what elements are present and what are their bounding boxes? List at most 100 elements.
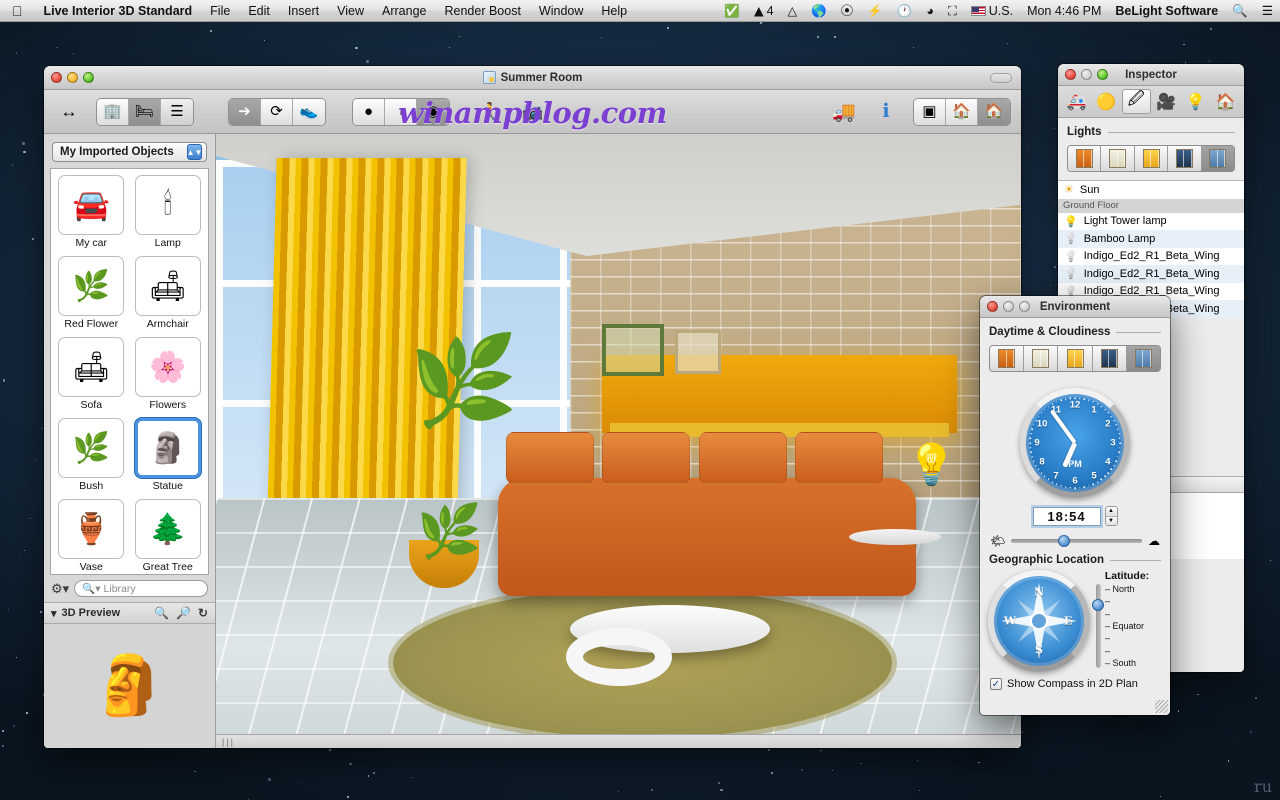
- clock-minute-hand[interactable]: [1050, 409, 1077, 445]
- bulb-on-icon[interactable]: 💡: [1064, 215, 1078, 228]
- library-object-grid-wrapper[interactable]: 🚘 My car 🕯 Lamp 🌿 Red Flower 🛋 Armchair 🛋 Sofa 🌸 Fl…: [50, 168, 209, 575]
- window-night-icon[interactable]: [1092, 346, 1127, 371]
- library-category-popup[interactable]: My Imported Objects ▲▼: [52, 142, 207, 162]
- window-clock-icon[interactable]: [1126, 346, 1160, 371]
- input-locale-indicator[interactable]: U.S.: [964, 0, 1020, 22]
- library-object-flowers[interactable]: 🌸 Flowers: [132, 337, 205, 416]
- gear-icon[interactable]: ⚙▾: [51, 581, 69, 597]
- window-night-icon[interactable]: [1168, 146, 1202, 171]
- zoom-button[interactable]: [1019, 301, 1030, 312]
- library-object-red-flower[interactable]: 🌿 Red Flower: [55, 256, 128, 335]
- walk-person-icon[interactable]: 🚶: [476, 98, 506, 126]
- library-object-my-car[interactable]: 🚘 My car: [55, 175, 128, 254]
- plan-3d-view-icon[interactable]: 🏠: [946, 98, 978, 125]
- menu-item-view[interactable]: View: [328, 0, 373, 22]
- time-input[interactable]: 18:54: [1032, 506, 1101, 526]
- menu-item-insert[interactable]: Insert: [279, 0, 328, 22]
- latitude-slider[interactable]: – North – – – Equator – – – South: [1092, 584, 1158, 668]
- toolbar-toggle-button[interactable]: [990, 73, 1012, 83]
- window-clock-icon[interactable]: [1201, 146, 1234, 171]
- building-icon[interactable]: 🏢: [97, 98, 129, 125]
- cloudiness-slider-knob[interactable]: [1058, 535, 1071, 547]
- rotate-icon[interactable]: ↻: [198, 606, 208, 620]
- info-icon[interactable]: ℹ: [871, 98, 901, 126]
- window-sunset-icon[interactable]: [990, 346, 1025, 371]
- apple-icon[interactable]: : [0, 4, 35, 18]
- window-evening-icon[interactable]: [1058, 346, 1093, 371]
- sun-icon[interactable]: ☀: [1064, 183, 1074, 196]
- tab-cameras[interactable]: 🎥: [1152, 89, 1181, 114]
- zoom-button[interactable]: [1097, 69, 1108, 80]
- search-icon[interactable]: 🔍: [1225, 0, 1255, 22]
- cloudiness-slider[interactable]: [1011, 535, 1142, 547]
- library-object-vase[interactable]: 🏺 Vase: [55, 499, 128, 574]
- resize-grip-icon[interactable]: |||: [222, 737, 235, 747]
- window-evening-icon[interactable]: [1134, 146, 1169, 171]
- furniture-icon[interactable]: 🛏: [129, 98, 161, 125]
- window-day-icon[interactable]: [1101, 146, 1135, 171]
- leaf-icon[interactable]: ⦿: [834, 0, 861, 22]
- chevron-updown-icon[interactable]: ▲▼: [187, 144, 202, 160]
- camera-icon[interactable]: 📷: [518, 98, 548, 126]
- tab-object-properties[interactable]: 🚑: [1062, 89, 1091, 114]
- zoom-in-icon[interactable]: 🔍: [154, 606, 169, 620]
- preview-header[interactable]: ▾ 3D Preview 🔍 🔎 ↻: [44, 602, 215, 624]
- light-list-item[interactable]: ☀ Sun: [1058, 181, 1244, 199]
- google-drive-icon[interactable]: △: [781, 0, 805, 22]
- window-sunset-icon[interactable]: [1068, 146, 1102, 171]
- time-machine-icon[interactable]: 🕐: [890, 0, 920, 22]
- search-input[interactable]: 🔍▾ Library: [74, 580, 208, 597]
- main-window-titlebar[interactable]: Summer Room: [44, 66, 1021, 90]
- gouraud-shading-icon[interactable]: ◑: [385, 98, 417, 125]
- battery-icon[interactable]: ⛶: [941, 0, 964, 22]
- window-day-icon[interactable]: [1024, 346, 1059, 371]
- tab-lights[interactable]: 💡: [1181, 89, 1210, 114]
- library-object-lamp[interactable]: 🕯 Lamp: [132, 175, 205, 254]
- arrow-select-icon[interactable]: ➔: [229, 98, 261, 125]
- light-list-item[interactable]: 💡 Indigo_Ed2_R1_Beta_Wing: [1058, 265, 1244, 283]
- wifi-icon[interactable]: ◕: [919, 0, 941, 22]
- bulb-off-icon[interactable]: 💡: [1064, 250, 1078, 263]
- 3d-viewport[interactable]: 💡 🌿 🌿 |||: [216, 134, 1021, 748]
- menu-item-file[interactable]: File: [201, 0, 239, 22]
- flash-icon[interactable]: ⚡: [860, 0, 890, 22]
- phong-shading-icon[interactable]: ◉: [417, 98, 449, 125]
- latitude-slider-knob[interactable]: [1092, 599, 1104, 612]
- menu-item-edit[interactable]: Edit: [239, 0, 279, 22]
- show-compass-checkbox[interactable]: ✓: [990, 678, 1002, 690]
- menu-bar-clock[interactable]: Mon 4:46 PM: [1020, 0, 1108, 22]
- menu-item-help[interactable]: Help: [592, 0, 636, 22]
- chevron-up-icon[interactable]: ▲: [1105, 507, 1117, 517]
- library-object-great-tree[interactable]: 🌲 Great Tree: [132, 499, 205, 574]
- library-object-armchair[interactable]: 🛋 Armchair: [132, 256, 205, 335]
- globe-icon[interactable]: 🌎: [804, 0, 834, 22]
- bulb-off-icon[interactable]: 💡: [1064, 232, 1078, 245]
- menu-item-arrange[interactable]: Arrange: [373, 0, 435, 22]
- menu-app-name[interactable]: Live Interior 3D Standard: [35, 0, 202, 22]
- daytime-clock[interactable]: PM 12 1 2 3 4 5 6 7 8 9 10 11: [1020, 388, 1130, 498]
- orbit-icon[interactable]: ⟳: [261, 98, 293, 125]
- library-object-sofa[interactable]: 🛋 Sofa: [55, 337, 128, 416]
- tab-edit[interactable]: 🖉: [1121, 89, 1151, 114]
- menu-bar-user[interactable]: BeLight Software: [1108, 0, 1225, 22]
- walk-pan-icon[interactable]: 👟: [293, 98, 325, 125]
- library-object-statue[interactable]: 🗿 Statue: [132, 418, 205, 497]
- compass-control[interactable]: N E S W: [988, 570, 1090, 672]
- close-button[interactable]: [987, 301, 998, 312]
- menu-item-window[interactable]: Window: [530, 0, 592, 22]
- 3d-view-icon[interactable]: 🏠: [978, 98, 1010, 125]
- inspector-titlebar[interactable]: Inspector: [1058, 64, 1244, 86]
- latitude-track[interactable]: [1092, 584, 1104, 668]
- resize-grip-icon[interactable]: [1155, 700, 1168, 713]
- list-outline-icon[interactable]: ☰: [161, 98, 193, 125]
- minimize-button[interactable]: [67, 72, 78, 83]
- light-list-item[interactable]: 💡 Bamboo Lamp: [1058, 230, 1244, 248]
- show-compass-checkbox-row[interactable]: ✓ Show Compass in 2D Plan: [980, 672, 1170, 696]
- flat-shading-icon[interactable]: ●: [353, 98, 385, 125]
- bulb-off-icon[interactable]: 💡: [1064, 267, 1078, 280]
- library-object-bush[interactable]: 🌿 Bush: [55, 418, 128, 497]
- tab-materials[interactable]: 🟡: [1092, 89, 1121, 114]
- document-proxy-icon[interactable]: [482, 71, 496, 84]
- light-group-row[interactable]: Ground Floor: [1058, 198, 1244, 213]
- resize-arrows-icon[interactable]: ↔: [54, 98, 84, 126]
